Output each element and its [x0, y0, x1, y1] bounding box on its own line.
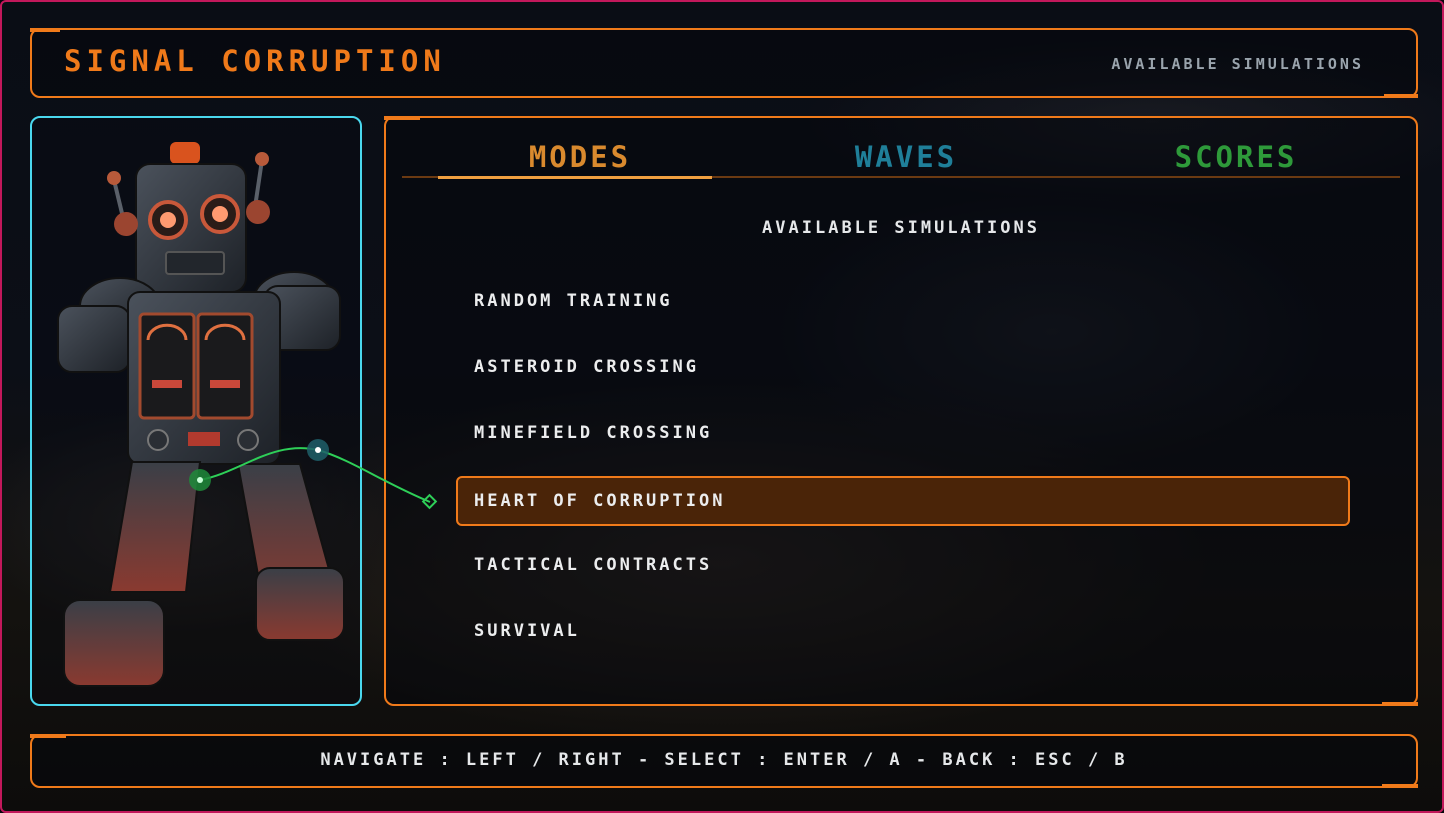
menu-item-random-training[interactable]: RANDOM TRAINING	[456, 276, 1350, 326]
menu-item-asteroid-crossing[interactable]: ASTEROID CROSSING	[456, 342, 1350, 392]
game-window: SIGNAL CORRUPTION AVAILABLE SIMULATIONS …	[0, 0, 1444, 813]
tab-modes[interactable]: MODES	[430, 140, 730, 174]
menu-item-survival[interactable]: SURVIVAL	[456, 606, 1350, 656]
controls-hint-bar: NAVIGATE : LEFT / RIGHT - SELECT : ENTER…	[30, 734, 1418, 788]
robot-portrait-frame	[30, 116, 362, 706]
menu-item-tactical-contracts[interactable]: TACTICAL CONTRACTS	[456, 540, 1350, 590]
controls-hint: NAVIGATE : LEFT / RIGHT - SELECT : ENTER…	[320, 750, 1128, 770]
tab-waves[interactable]: WAVES	[756, 140, 1056, 174]
tab-scores[interactable]: SCORES	[1086, 140, 1386, 174]
active-tab-indicator	[438, 176, 712, 179]
game-title: SIGNAL CORRUPTION	[64, 44, 446, 78]
panel-subtitle: AVAILABLE SIMULATIONS	[762, 218, 1040, 238]
header-bar: SIGNAL CORRUPTION AVAILABLE SIMULATIONS	[30, 28, 1418, 98]
menu-item-minefield-crossing[interactable]: MINEFIELD CROSSING	[456, 408, 1350, 458]
header-subtitle: AVAILABLE SIMULATIONS	[1111, 55, 1364, 73]
simulations-panel: MODES WAVES SCORES AVAILABLE SIMULATIONS…	[384, 116, 1418, 706]
menu-item-heart-of-corruption[interactable]: HEART OF CORRUPTION	[456, 476, 1350, 526]
